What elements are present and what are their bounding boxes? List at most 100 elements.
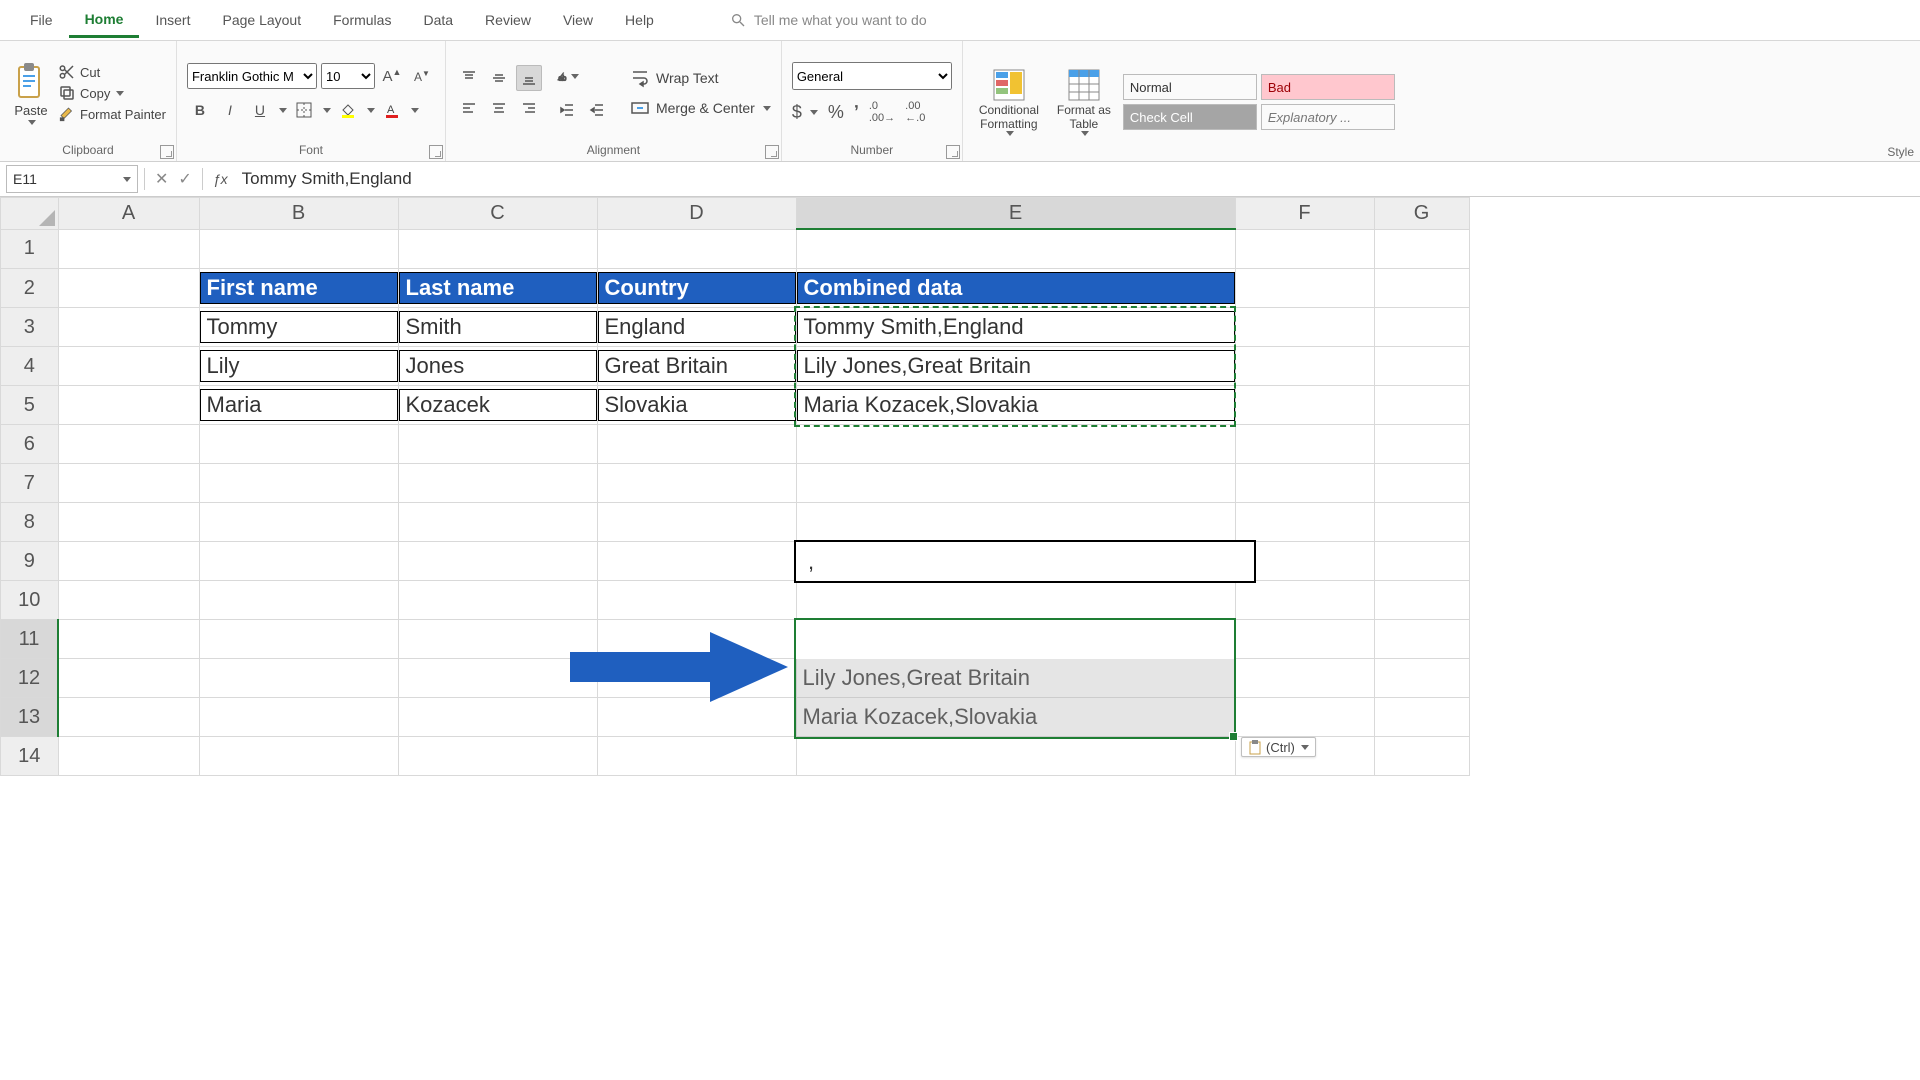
column-header-E[interactable]: E [796, 198, 1235, 230]
cell-C8[interactable] [398, 503, 597, 542]
cell-B14[interactable] [199, 737, 398, 776]
cell-G12[interactable] [1374, 659, 1469, 698]
dialog-launcher-icon[interactable] [765, 145, 779, 159]
italic-button[interactable]: I [217, 97, 243, 123]
cell-C11[interactable] [398, 620, 597, 659]
cell-E8[interactable] [796, 503, 1235, 542]
cell-D8[interactable] [597, 503, 796, 542]
row-header-14[interactable]: 14 [1, 737, 59, 776]
row-header-10[interactable]: 10 [1, 581, 59, 620]
formula-input[interactable] [238, 167, 1920, 191]
orientation-button[interactable]: ab [554, 63, 580, 89]
cell-C6[interactable] [398, 425, 597, 464]
cell-D4[interactable]: Great Britain [597, 347, 796, 386]
tab-file[interactable]: File [14, 4, 69, 36]
cell-A2[interactable] [58, 269, 199, 308]
tab-help[interactable]: Help [609, 4, 670, 36]
cell-C5[interactable]: Kozacek [398, 386, 597, 425]
cell-A9[interactable] [58, 542, 199, 581]
row-header-3[interactable]: 3 [1, 308, 59, 347]
cell-D6[interactable] [597, 425, 796, 464]
cell-C10[interactable] [398, 581, 597, 620]
fx-icon[interactable]: ƒx [213, 171, 228, 187]
cell-E1[interactable] [796, 229, 1235, 269]
column-header-A[interactable]: A [58, 198, 199, 230]
cell-B4[interactable]: Lily [199, 347, 398, 386]
cell-A6[interactable] [58, 425, 199, 464]
cell-D9[interactable] [597, 542, 796, 581]
cell-B7[interactable] [199, 464, 398, 503]
cell-B1[interactable] [199, 229, 398, 269]
cell-A5[interactable] [58, 386, 199, 425]
cell-F5[interactable] [1235, 386, 1374, 425]
increase-font-button[interactable]: A▲ [379, 63, 405, 89]
cell-C1[interactable] [398, 229, 597, 269]
increase-indent-button[interactable] [584, 97, 610, 123]
wrap-text-button[interactable]: Wrap Text [630, 68, 771, 88]
cell-B5[interactable]: Maria [199, 386, 398, 425]
accept-formula-button[interactable]: ✓ [178, 169, 191, 189]
tab-formulas[interactable]: Formulas [317, 4, 407, 36]
fill-color-button[interactable] [335, 97, 361, 123]
dialog-launcher-icon[interactable] [429, 145, 443, 159]
increase-decimal-button[interactable]: .0.00→ [869, 100, 895, 124]
cell-C14[interactable] [398, 737, 597, 776]
column-header-F[interactable]: F [1235, 198, 1374, 230]
cell-C4[interactable]: Jones [398, 347, 597, 386]
cell-E3[interactable]: Tommy Smith,England [796, 308, 1235, 347]
align-bottom-button[interactable] [516, 65, 542, 91]
cell-B12[interactable] [199, 659, 398, 698]
bold-button[interactable]: B [187, 97, 213, 123]
format-as-table-button[interactable]: Format as Table [1051, 68, 1117, 137]
tab-insert[interactable]: Insert [139, 4, 206, 36]
cell-E6[interactable] [796, 425, 1235, 464]
format-painter-button[interactable]: Format Painter [58, 105, 166, 123]
row-header-2[interactable]: 2 [1, 269, 59, 308]
column-header-G[interactable]: G [1374, 198, 1469, 230]
cell-E2[interactable]: Combined data [796, 269, 1235, 308]
cell-F10[interactable] [1235, 581, 1374, 620]
cell-G1[interactable] [1374, 229, 1469, 269]
number-format-select[interactable]: General [792, 62, 952, 90]
decrease-font-button[interactable]: A▼ [409, 63, 435, 89]
cut-button[interactable]: Cut [58, 63, 166, 81]
cell-A12[interactable] [58, 659, 199, 698]
cell-B10[interactable] [199, 581, 398, 620]
cell-G9[interactable] [1374, 542, 1469, 581]
cell-G3[interactable] [1374, 308, 1469, 347]
column-header-D[interactable]: D [597, 198, 796, 230]
select-all-corner[interactable] [1, 198, 59, 230]
cell-e9[interactable]: , [794, 540, 1256, 583]
cell-F12[interactable] [1235, 659, 1374, 698]
dialog-launcher-icon[interactable] [160, 145, 174, 159]
row-header-5[interactable]: 5 [1, 386, 59, 425]
cell-E11[interactable]: Tommy Smith,England [796, 620, 1235, 659]
cell-E5[interactable]: Maria Kozacek,Slovakia [796, 386, 1235, 425]
cell-B9[interactable] [199, 542, 398, 581]
cell-A7[interactable] [58, 464, 199, 503]
tab-page-layout[interactable]: Page Layout [206, 4, 317, 36]
cell-D2[interactable]: Country [597, 269, 796, 308]
cell-G8[interactable] [1374, 503, 1469, 542]
cell-A10[interactable] [58, 581, 199, 620]
cell-D10[interactable] [597, 581, 796, 620]
cell-F13[interactable] [1235, 698, 1374, 737]
column-header-C[interactable]: C [398, 198, 597, 230]
dialog-launcher-icon[interactable] [946, 145, 960, 159]
cell-E10[interactable] [796, 581, 1235, 620]
cell-F4[interactable] [1235, 347, 1374, 386]
cell-G7[interactable] [1374, 464, 1469, 503]
cell-A8[interactable] [58, 503, 199, 542]
cell-A4[interactable] [58, 347, 199, 386]
row-header-9[interactable]: 9 [1, 542, 59, 581]
cell-C3[interactable]: Smith [398, 308, 597, 347]
tab-home[interactable]: Home [69, 3, 140, 38]
copy-button[interactable]: Copy [58, 84, 166, 102]
comma-button[interactable]: ʼ [854, 102, 859, 123]
font-name-select[interactable]: Franklin Gothic M [187, 63, 317, 89]
cell-B3[interactable]: Tommy [199, 308, 398, 347]
cell-G5[interactable] [1374, 386, 1469, 425]
row-header-6[interactable]: 6 [1, 425, 59, 464]
cell-A3[interactable] [58, 308, 199, 347]
cell-F7[interactable] [1235, 464, 1374, 503]
